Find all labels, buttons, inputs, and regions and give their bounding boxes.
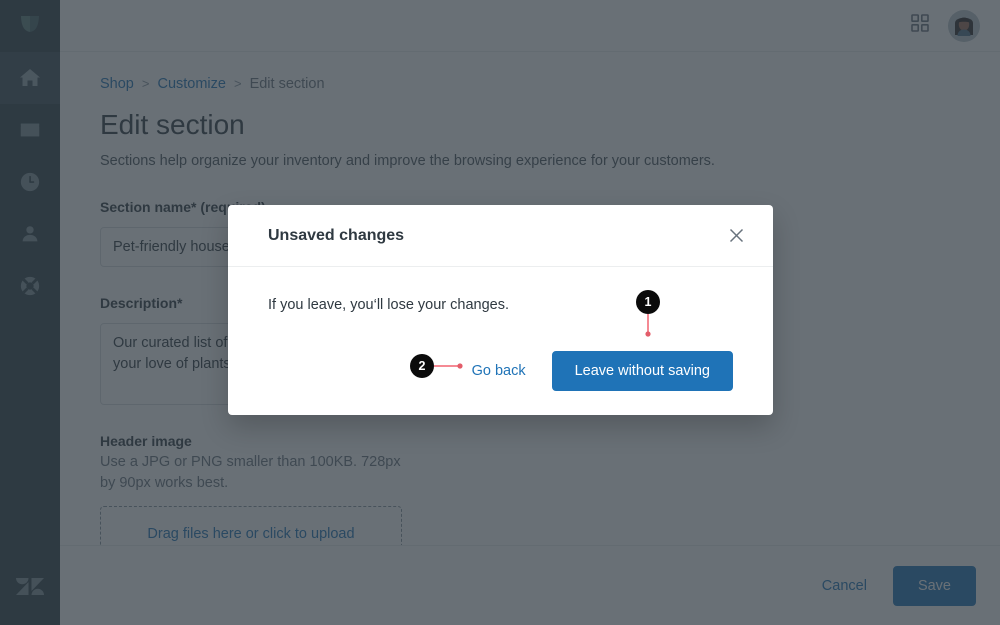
modal-title: Unsaved changes bbox=[268, 226, 405, 244]
leave-without-saving-button[interactable]: Leave without saving bbox=[551, 351, 733, 391]
app-root: Shop > Customize > Edit section Edit sec… bbox=[0, 0, 1000, 625]
modal-actions: Go back Leave without saving bbox=[472, 351, 733, 391]
unsaved-changes-modal: Unsaved changes If you leave, you‘ll los… bbox=[228, 205, 773, 415]
close-icon[interactable] bbox=[723, 223, 749, 249]
go-back-button[interactable]: Go back bbox=[472, 363, 526, 379]
modal-body-text: If you leave, you‘ll lose your changes. bbox=[268, 297, 509, 313]
modal-header: Unsaved changes bbox=[228, 205, 773, 267]
